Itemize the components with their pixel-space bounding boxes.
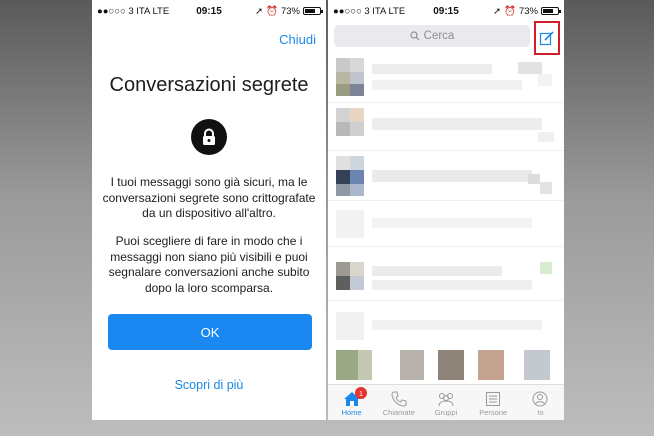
tab-people[interactable]: Persone: [470, 385, 517, 420]
group-icon: [438, 393, 454, 407]
page-title: Conversazioni segrete: [109, 74, 309, 96]
search-input[interactable]: Cerca: [334, 25, 530, 47]
learn-more-link[interactable]: Scopri di più: [92, 378, 326, 392]
list-item[interactable]: [328, 306, 564, 350]
compose-button[interactable]: [534, 21, 560, 55]
conversation-list[interactable]: [328, 56, 564, 384]
search-icon: [410, 31, 420, 41]
profile-icon: [532, 391, 548, 407]
battery-icon: [303, 7, 323, 15]
ok-button[interactable]: OK: [108, 314, 312, 350]
lock-icon: [191, 119, 227, 155]
list-item[interactable]: [328, 252, 564, 296]
compose-icon: [539, 31, 554, 46]
close-button[interactable]: Chiudi: [279, 32, 316, 47]
notification-badge: 1: [355, 387, 367, 399]
tab-label: Persone: [479, 408, 508, 417]
list-item[interactable]: [328, 104, 564, 148]
clock: 09:15: [433, 5, 459, 17]
info-paragraph-security: I tuoi messaggi sono già sicuri, ma le c…: [102, 175, 316, 220]
info-paragraph-disappearing: Puoi scegliere di fare in modo che i mes…: [108, 234, 310, 295]
tab-calls[interactable]: Chiamate: [375, 385, 422, 420]
status-bar: ●●○○○ 3 ITA LTE 09:15 ➚ ⏰ 73%: [92, 0, 326, 22]
secret-conversations-screen: ●●○○○ 3 ITA LTE 09:15 ➚ ⏰ 73% Chiudi Con…: [92, 0, 326, 420]
list-icon: [486, 392, 501, 406]
tab-label: Gruppi: [434, 408, 458, 417]
messenger-home-screen: ●●○○○ 3 ITA LTE 09:15 ➚ ⏰ 73% Cerca 1 Ho…: [328, 0, 564, 420]
list-item[interactable]: [328, 204, 564, 248]
tab-label: Chiamate: [382, 408, 415, 417]
tab-me[interactable]: Io: [517, 385, 564, 420]
tab-label: Io: [537, 408, 544, 417]
tab-home[interactable]: 1 Home: [328, 385, 375, 420]
list-item[interactable]: [328, 56, 564, 100]
tab-bar: 1 Home Chiamate Gruppi Persone Io: [328, 384, 564, 420]
tab-groups[interactable]: Gruppi: [422, 385, 469, 420]
battery-icon: [541, 7, 561, 15]
search-placeholder: Cerca: [423, 30, 455, 42]
clock: 09:15: [196, 5, 222, 17]
tab-label: Home: [341, 408, 362, 417]
phone-icon: [391, 391, 407, 407]
list-item[interactable]: [328, 154, 564, 198]
status-bar: ●●○○○ 3 ITA LTE 09:15 ➚ ⏰ 73%: [328, 0, 564, 22]
